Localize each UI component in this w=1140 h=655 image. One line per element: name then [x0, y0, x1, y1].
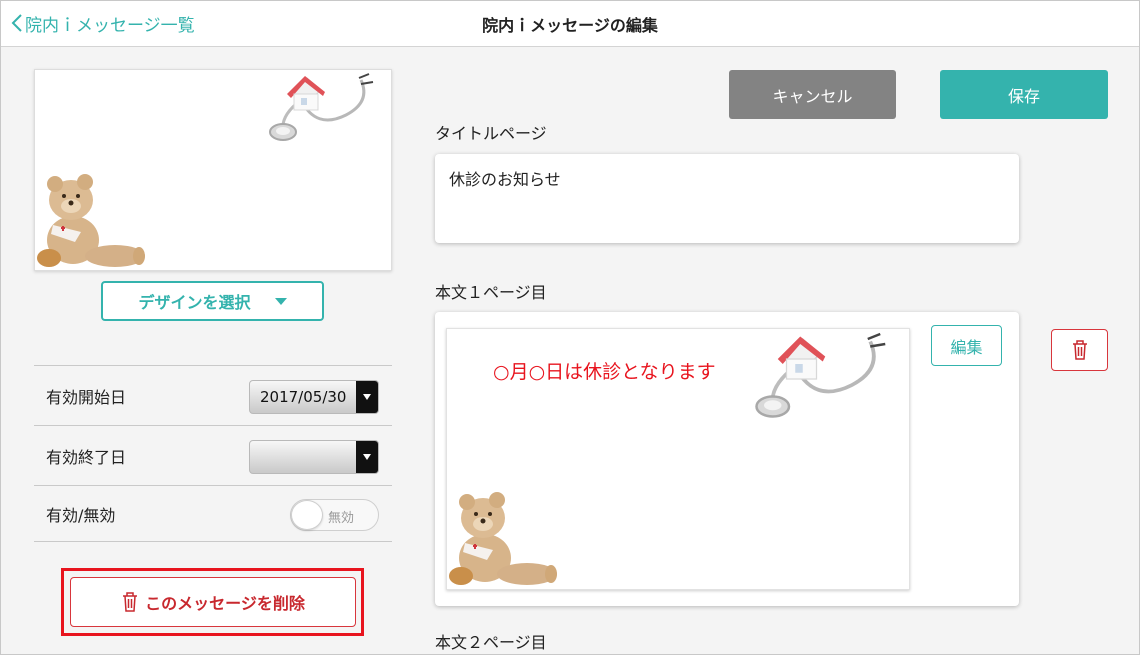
start-date-select[interactable]: 2017/05/30 — [249, 380, 379, 414]
start-date-label: 有効開始日 — [46, 387, 127, 407]
delete-message-label: このメッセージを削除 — [145, 594, 305, 613]
house-stethoscope-illustration — [744, 329, 909, 429]
cancel-button[interactable]: キャンセル — [729, 70, 896, 119]
validity-settings: 有効開始日 2017/05/30 有効終了日 有効/無効 無効 — [34, 365, 392, 542]
page-1-card: ○月○日は休診となります 編集 — [435, 312, 1019, 606]
nav-bar: 院内ｉメッセージ一覧 院内ｉメッセージの編集 — [1, 1, 1139, 47]
end-date-row: 有効終了日 — [34, 425, 392, 485]
end-date-select[interactable] — [249, 440, 379, 474]
trash-icon — [123, 592, 138, 612]
toggle-state-label: 無効 — [328, 511, 355, 526]
toggle-knob — [291, 500, 323, 530]
page-1-message: ○月○日は休診となります — [493, 361, 716, 383]
title-page-label: タイトルページ — [435, 124, 547, 143]
select-design-label: デザインを選択 — [138, 293, 251, 312]
page-1-label: 本文１ページ目 — [435, 283, 547, 302]
page-1-preview: ○月○日は休診となります — [446, 328, 910, 590]
trash-icon — [1072, 340, 1087, 360]
title-input[interactable]: 休診のお知らせ — [435, 154, 1019, 243]
teddy-bear-illustration — [35, 170, 145, 270]
select-design-button[interactable]: デザインを選択 — [101, 281, 324, 321]
teddy-bear-illustration — [447, 487, 557, 589]
end-date-label: 有効終了日 — [46, 447, 127, 467]
delete-message-button[interactable]: このメッセージを削除 — [70, 577, 356, 627]
app-window: 院内ｉメッセージ一覧 院内ｉメッセージの編集 デザインを選択 有効開始日 201… — [0, 0, 1140, 655]
enabled-toggle[interactable]: 無効 — [290, 499, 379, 531]
save-button[interactable]: 保存 — [940, 70, 1108, 119]
page-title: 院内ｉメッセージの編集 — [482, 16, 658, 35]
dropdown-arrow-icon — [356, 381, 378, 413]
enabled-row: 有効/無効 無効 — [34, 485, 392, 542]
page-2-label: 本文２ページ目 — [435, 633, 547, 652]
dropdown-arrow-icon — [356, 441, 378, 473]
start-date-value: 2017/05/30 — [260, 388, 347, 406]
start-date-row: 有効開始日 2017/05/30 — [34, 365, 392, 425]
delete-page-1-button[interactable] — [1051, 329, 1108, 371]
house-stethoscope-illustration — [261, 70, 391, 150]
caret-down-icon — [274, 297, 287, 305]
design-preview-image — [34, 69, 392, 271]
enabled-label: 有効/無効 — [46, 505, 116, 525]
edit-page-1-button[interactable]: 編集 — [931, 325, 1002, 366]
